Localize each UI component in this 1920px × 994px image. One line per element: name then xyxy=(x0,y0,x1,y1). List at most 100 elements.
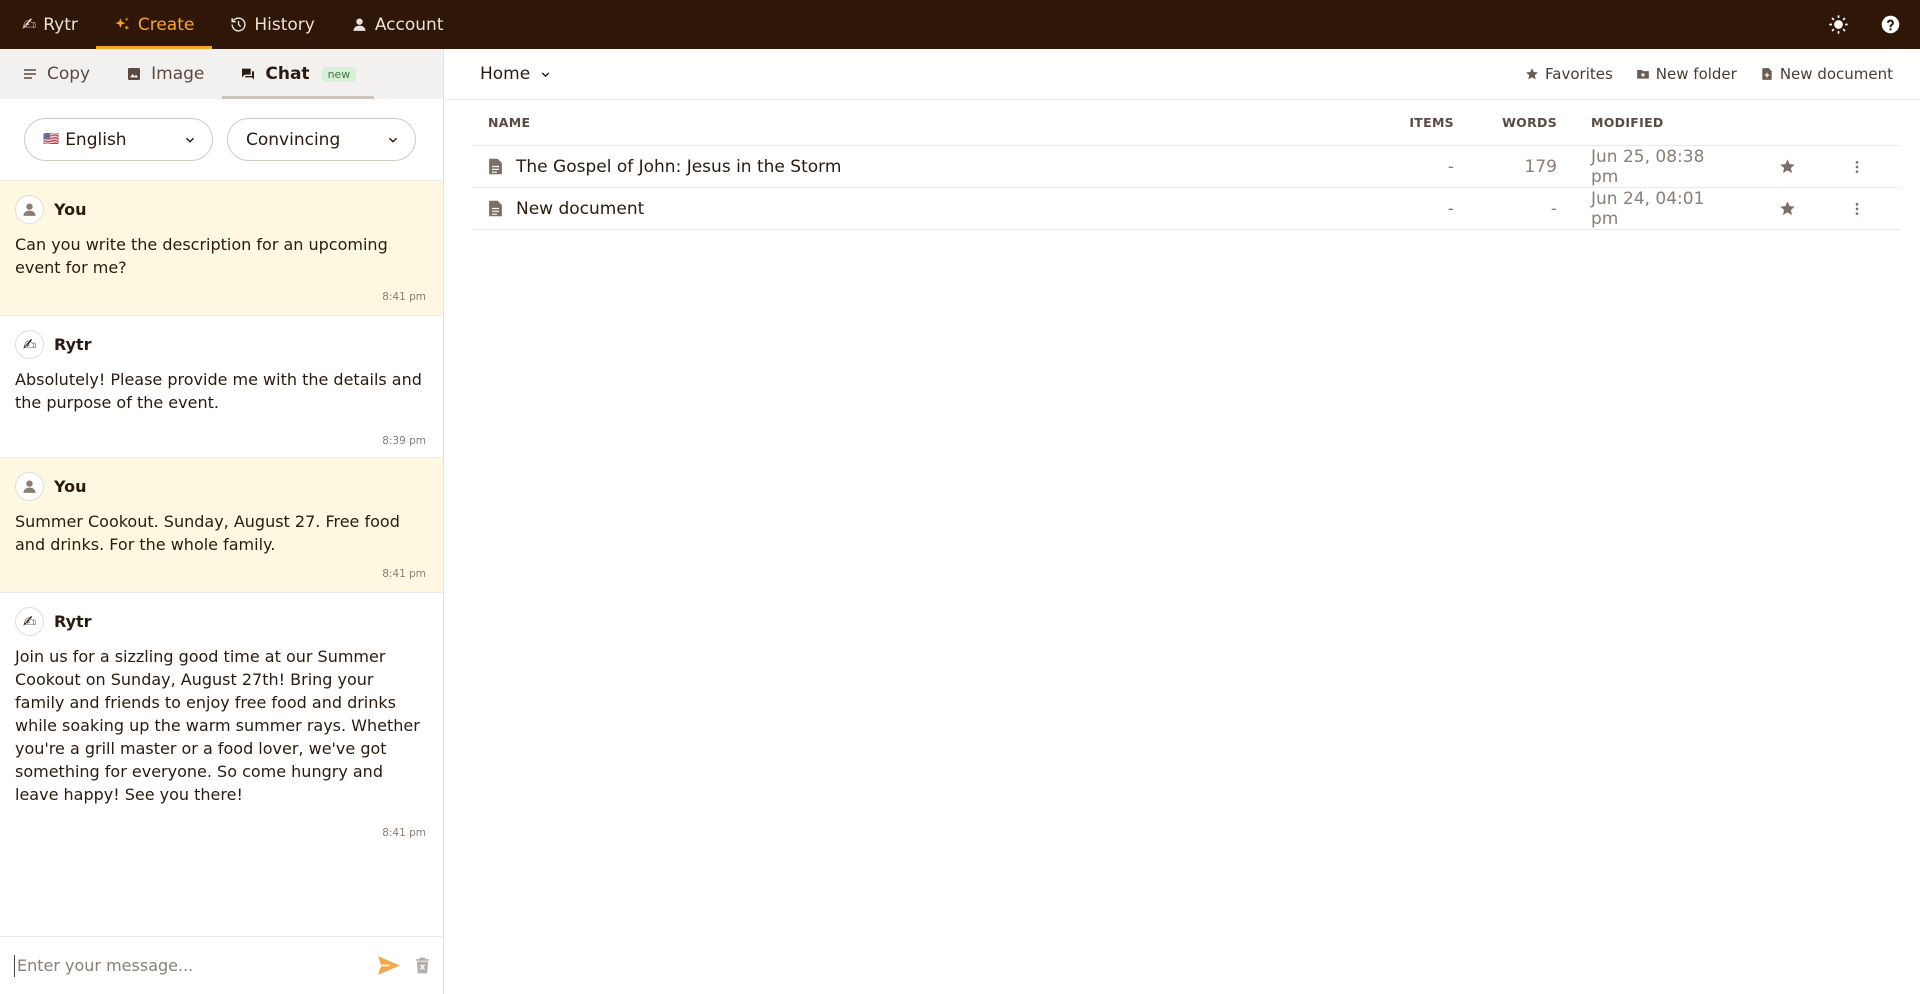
writing-hand-icon: ✍ xyxy=(22,334,37,354)
document-name: New document xyxy=(516,198,645,219)
folder-plus-icon xyxy=(1636,69,1649,79)
document-items: - xyxy=(1447,198,1454,219)
chevron-down-icon xyxy=(388,137,398,143)
chat-panel: Copy Image Chat new 🇺🇸 English Convincin… xyxy=(0,49,444,994)
column-name[interactable]: NAME xyxy=(472,115,1378,130)
documents-toolbar: Home Favorites New folder New document xyxy=(445,49,1920,100)
tab-image-label: Image xyxy=(151,64,205,84)
more-vertical-icon xyxy=(1855,160,1859,173)
trash-icon xyxy=(416,957,429,974)
nav-account-label: Account xyxy=(374,14,444,35)
chevron-down-icon xyxy=(185,137,195,143)
star-icon xyxy=(1779,159,1795,174)
message-author: You xyxy=(54,476,87,496)
message-time: 8:39 pm xyxy=(382,435,426,447)
document-modified: Jun 24, 04:01 pm xyxy=(1591,188,1705,229)
star-icon xyxy=(1526,68,1538,80)
column-items[interactable]: ITEMS xyxy=(1378,115,1454,130)
nav-account[interactable]: Account xyxy=(333,0,462,49)
message-time: 8:41 pm xyxy=(382,827,426,839)
tab-copy-label: Copy xyxy=(47,64,91,84)
breadcrumb-home: Home xyxy=(480,64,531,84)
chevron-down-icon xyxy=(541,71,550,77)
new-folder-button[interactable]: New folder xyxy=(1636,65,1737,83)
tone-value: Convincing xyxy=(246,129,341,150)
help-icon xyxy=(1881,15,1899,34)
writing-hand-icon: ✍ xyxy=(22,14,37,35)
new-document-button[interactable]: New document xyxy=(1760,65,1893,83)
new-folder-label: New folder xyxy=(1655,65,1737,83)
column-words[interactable]: WORDS xyxy=(1454,115,1557,130)
tab-chat-label: Chat xyxy=(265,64,310,84)
tab-copy[interactable]: Copy xyxy=(4,49,108,99)
nav-history-label: History xyxy=(254,14,315,35)
theme-toggle-button[interactable] xyxy=(1812,0,1864,49)
language-value: English xyxy=(65,129,127,150)
message-author: Rytr xyxy=(54,611,92,631)
chat-message: You Summer Cookout. Sunday, August 27. F… xyxy=(0,458,443,593)
message-text: Join us for a sizzling good time at our … xyxy=(15,647,420,804)
image-icon xyxy=(128,68,141,80)
tab-chat[interactable]: Chat new xyxy=(222,49,375,99)
message-time: 8:41 pm xyxy=(382,568,426,580)
avatar xyxy=(15,471,44,501)
more-vertical-icon xyxy=(1855,202,1859,215)
new-document-label: New document xyxy=(1779,65,1893,83)
person-icon xyxy=(353,18,366,31)
help-button[interactable] xyxy=(1864,0,1916,49)
favorite-toggle[interactable] xyxy=(1737,200,1837,217)
us-flag-icon: 🇺🇸 xyxy=(43,132,60,147)
brand-name: Rytr xyxy=(43,14,78,35)
document-items: - xyxy=(1447,156,1454,177)
favorites-button[interactable]: Favorites xyxy=(1525,65,1613,83)
language-select[interactable]: 🇺🇸 English xyxy=(24,118,213,161)
writing-hand-icon: ✍ xyxy=(22,611,37,631)
send-button[interactable] xyxy=(376,953,401,978)
send-icon xyxy=(378,956,400,975)
chat-message: You Can you write the description for an… xyxy=(0,181,443,316)
document-words: - xyxy=(1550,198,1557,219)
star-icon xyxy=(1779,201,1795,216)
sparkles-icon xyxy=(115,17,130,31)
tab-image[interactable]: Image xyxy=(108,49,222,99)
row-menu-button[interactable] xyxy=(1837,159,1877,175)
column-modified[interactable]: MODIFIED xyxy=(1557,115,1737,130)
document-plus-icon xyxy=(1762,68,1772,80)
nav-history[interactable]: History xyxy=(212,0,332,49)
table-header: NAME ITEMS WORDS MODIFIED xyxy=(472,100,1900,146)
row-menu-button[interactable] xyxy=(1837,201,1877,217)
chat-message: ✍ Rytr Absolutely! Please provide me wit… xyxy=(0,316,443,458)
documents-panel: Home Favorites New folder New document N… xyxy=(445,49,1920,994)
clear-chat-button[interactable] xyxy=(413,956,432,975)
message-author: Rytr xyxy=(54,334,92,354)
person-icon xyxy=(23,202,36,216)
chat-bubbles-icon xyxy=(242,68,255,80)
navbar-spacer xyxy=(461,0,1812,49)
chat-options: 🇺🇸 English Convincing xyxy=(0,99,443,181)
sun-icon xyxy=(1828,15,1848,34)
document-modified: Jun 25, 08:38 pm xyxy=(1591,146,1705,187)
message-text: Summer Cookout. Sunday, August 27. Free … xyxy=(15,512,400,554)
document-icon xyxy=(489,200,502,217)
favorites-label: Favorites xyxy=(1545,65,1613,83)
message-text: Absolutely! Please provide me with the d… xyxy=(15,370,422,412)
document-icon xyxy=(489,158,502,175)
person-icon xyxy=(23,479,36,493)
brand-logo-link[interactable]: ✍ Rytr xyxy=(0,0,96,49)
history-icon xyxy=(231,17,246,32)
message-text: Can you write the description for an upc… xyxy=(15,235,388,277)
table-row[interactable]: The Gospel of John: Jesus in the Storm -… xyxy=(472,146,1900,188)
table-row[interactable]: New document - - Jun 24, 04:01 pm xyxy=(472,188,1900,230)
documents-table: NAME ITEMS WORDS MODIFIED The Gospel of … xyxy=(472,100,1900,230)
lines-icon xyxy=(24,69,36,79)
favorite-toggle[interactable] xyxy=(1737,158,1837,175)
nav-create[interactable]: Create xyxy=(95,0,213,49)
breadcrumb[interactable]: Home xyxy=(480,64,552,84)
message-input[interactable] xyxy=(14,954,364,977)
message-composer xyxy=(0,936,444,994)
tone-select[interactable]: Convincing xyxy=(227,118,416,161)
new-badge: new xyxy=(321,66,357,82)
chat-message: ✍ Rytr Join us for a sizzling good time … xyxy=(0,593,443,851)
avatar: ✍ xyxy=(15,329,44,359)
document-name: The Gospel of John: Jesus in the Storm xyxy=(516,156,842,177)
